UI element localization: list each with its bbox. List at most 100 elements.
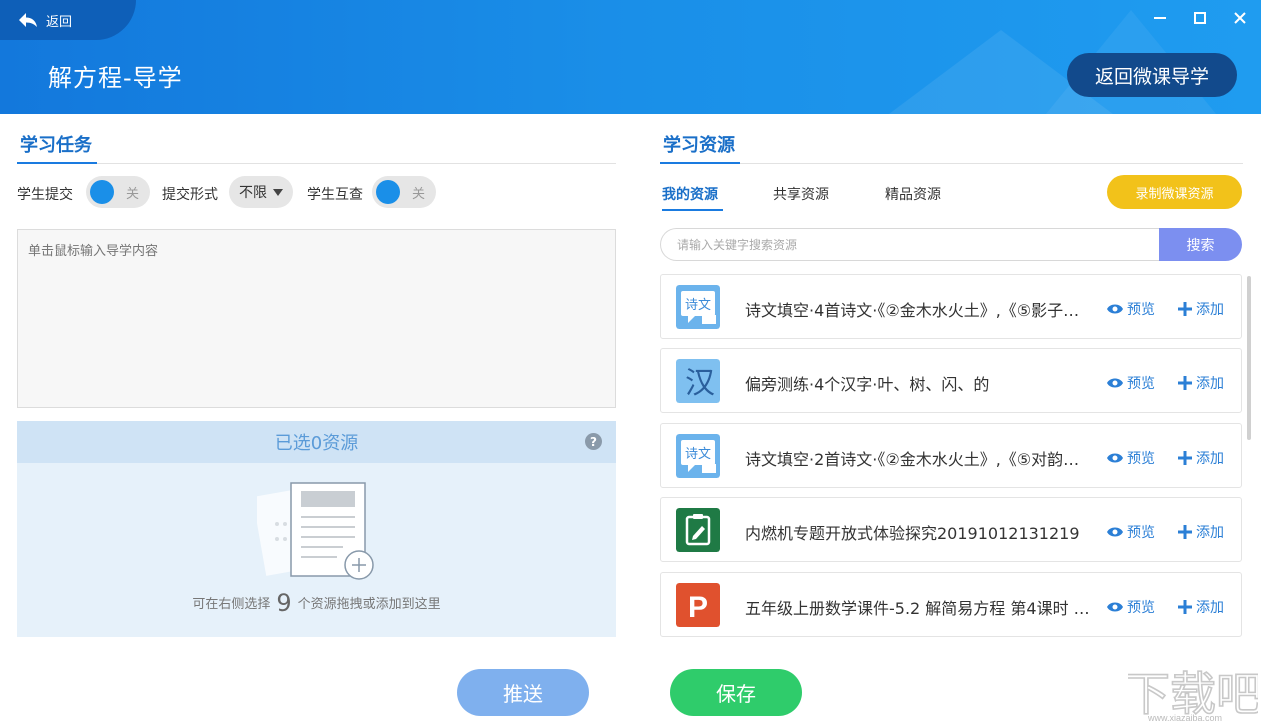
svg-text:诗文: 诗文 — [685, 447, 711, 462]
eye-icon — [1107, 453, 1123, 463]
student-submit-toggle[interactable]: 关 — [86, 176, 150, 208]
minimize-button[interactable] — [1148, 8, 1172, 28]
list-item[interactable]: P 五年级上册数学课件-5.2 解简易方程 第4课时 解方程 预览 添加 — [660, 572, 1242, 637]
tab-shared-resources[interactable]: 共享资源 — [773, 184, 829, 204]
record-micro-lesson-button[interactable]: 录制微课资源 — [1107, 175, 1242, 209]
toggle-knob — [376, 180, 400, 204]
plus-icon — [1178, 376, 1192, 390]
ppt-icon: P — [676, 583, 720, 627]
plus-icon — [1178, 525, 1192, 539]
poetry-icon: 诗文 — [676, 434, 720, 478]
peer-review-toggle[interactable]: 关 — [372, 176, 436, 208]
empty-documents-icon — [257, 482, 374, 580]
tab-my-resources[interactable]: 我的资源 — [662, 184, 718, 204]
chinese-char-icon: 汉 — [676, 359, 720, 403]
drop-hint: 可在右侧选择 9 个资源拖拽或添加到这里 — [17, 589, 616, 617]
eye-icon — [1107, 304, 1123, 314]
toggle-knob — [90, 180, 114, 204]
preview-button[interactable]: 预览 — [1107, 373, 1155, 393]
resource-name: 内燃机专题开放式体验探究20191012131219 — [745, 524, 1080, 543]
selected-resources-dropzone[interactable]: 已选0资源 ? 可在右侧选择 9 个资源拖拽或添加到这里 — [17, 421, 616, 637]
svg-text:汉: 汉 — [685, 366, 715, 401]
guide-content-input[interactable] — [17, 229, 616, 408]
peer-review-label: 学生互查 — [307, 187, 363, 203]
page-title: 解方程-导学 — [48, 64, 183, 92]
list-item[interactable]: 诗文 诗文填空·4首诗文·《②金木水火土》,《⑤影子》,《⑥比尾巴》... 预览… — [660, 274, 1242, 339]
list-item[interactable]: 内燃机专题开放式体验探究20191012131219 预览 添加 — [660, 497, 1242, 562]
task-section-underline — [17, 162, 97, 164]
title-bar: 返回 解方程-导学 返回微课导学 — [0, 0, 1261, 114]
preview-button[interactable]: 预览 — [1107, 522, 1155, 542]
resource-name: 五年级上册数学课件-5.2 解简易方程 第4课时 解方程 — [745, 599, 1090, 618]
resource-search-input[interactable] — [660, 228, 1160, 261]
resource-name: 偏旁测练·4个汉字·叶、树、闪、的 — [745, 375, 990, 394]
add-button[interactable]: 添加 — [1178, 373, 1224, 393]
add-label: 添加 — [1196, 600, 1224, 616]
watermark-text: www.xiazaiba.com — [1148, 713, 1223, 723]
preview-label: 预览 — [1127, 600, 1155, 616]
hint-suffix: 个资源拖拽或添加到这里 — [297, 597, 441, 612]
submit-form-select[interactable]: 不限 — [229, 176, 293, 208]
add-button[interactable]: 添加 — [1178, 522, 1224, 542]
add-button[interactable]: 添加 — [1178, 597, 1224, 617]
plus-icon — [1178, 600, 1192, 614]
task-section-title: 学习任务 — [20, 135, 92, 156]
task-section-divider — [17, 163, 616, 164]
list-item[interactable]: 汉 偏旁测练·4个汉字·叶、树、闪、的 预览 添加 — [660, 348, 1242, 413]
resource-list-scrollbar[interactable] — [1247, 276, 1251, 440]
toggle-state: 关 — [125, 187, 139, 202]
eye-icon — [1107, 527, 1123, 537]
plus-icon — [1178, 451, 1192, 465]
resource-section-title: 学习资源 — [663, 135, 735, 156]
add-button[interactable]: 添加 — [1178, 448, 1224, 468]
maximize-icon — [1194, 12, 1206, 24]
list-item[interactable]: 诗文 诗文填空·2首诗文·《②金木水火土》,《⑤对韵歌》 预览 添加 — [660, 423, 1242, 488]
preview-button[interactable]: 预览 — [1107, 448, 1155, 468]
preview-button[interactable]: 预览 — [1107, 299, 1155, 319]
student-submit-label: 学生提交 — [17, 187, 73, 203]
resource-section-underline — [660, 162, 740, 164]
resource-name: 诗文填空·4首诗文·《②金木水火土》,《⑤影子》,《⑥比尾巴》... — [745, 301, 1090, 320]
search-button[interactable]: 搜索 — [1159, 228, 1242, 261]
svg-text:诗文: 诗文 — [685, 298, 711, 313]
back-label: 返回 — [46, 14, 73, 30]
active-tab-underline — [662, 209, 723, 211]
selected-resources-header: 已选0资源 ? — [17, 421, 616, 463]
svg-text:P: P — [688, 591, 708, 624]
tab-premium-resources[interactable]: 精品资源 — [885, 184, 941, 204]
add-label: 添加 — [1196, 525, 1224, 541]
return-micro-lesson-button[interactable]: 返回微课导学 — [1067, 53, 1237, 97]
add-label: 添加 — [1196, 302, 1224, 318]
submit-form-label: 提交形式 — [162, 187, 218, 203]
hint-prefix: 可在右侧选择 — [192, 597, 271, 612]
maximize-button[interactable] — [1188, 8, 1212, 28]
resource-name: 诗文填空·2首诗文·《②金木水火土》,《⑤对韵歌》 — [745, 450, 1090, 469]
caret-down-icon — [273, 188, 283, 196]
resource-list: 诗文 诗文填空·4首诗文·《②金木水火土》,《⑤影子》,《⑥比尾巴》... 预览… — [660, 273, 1243, 637]
selected-count-title: 已选0资源 — [274, 433, 359, 454]
submit-form-value: 不限 — [239, 185, 267, 201]
preview-label: 预览 — [1127, 376, 1155, 392]
eye-icon — [1107, 378, 1123, 388]
add-button[interactable]: 添加 — [1178, 299, 1224, 319]
add-label: 添加 — [1196, 376, 1224, 392]
help-icon[interactable]: ? — [585, 433, 602, 450]
close-button[interactable] — [1228, 8, 1252, 28]
back-button[interactable]: 返回 — [0, 0, 136, 40]
eye-icon — [1107, 602, 1123, 612]
close-icon — [1234, 12, 1246, 24]
back-arrow-icon — [19, 13, 37, 27]
push-button[interactable]: 推送 — [457, 669, 589, 716]
add-label: 添加 — [1196, 451, 1224, 467]
minimize-icon — [1154, 17, 1166, 19]
save-button[interactable]: 保存 — [670, 669, 802, 716]
preview-button[interactable]: 预览 — [1107, 597, 1155, 617]
plus-icon — [1178, 302, 1192, 316]
hint-count: 9 — [276, 589, 292, 617]
inquiry-icon — [676, 508, 720, 552]
toggle-state: 关 — [411, 187, 425, 202]
preview-label: 预览 — [1127, 302, 1155, 318]
preview-label: 预览 — [1127, 451, 1155, 467]
preview-label: 预览 — [1127, 525, 1155, 541]
resource-section-divider — [660, 163, 1243, 164]
